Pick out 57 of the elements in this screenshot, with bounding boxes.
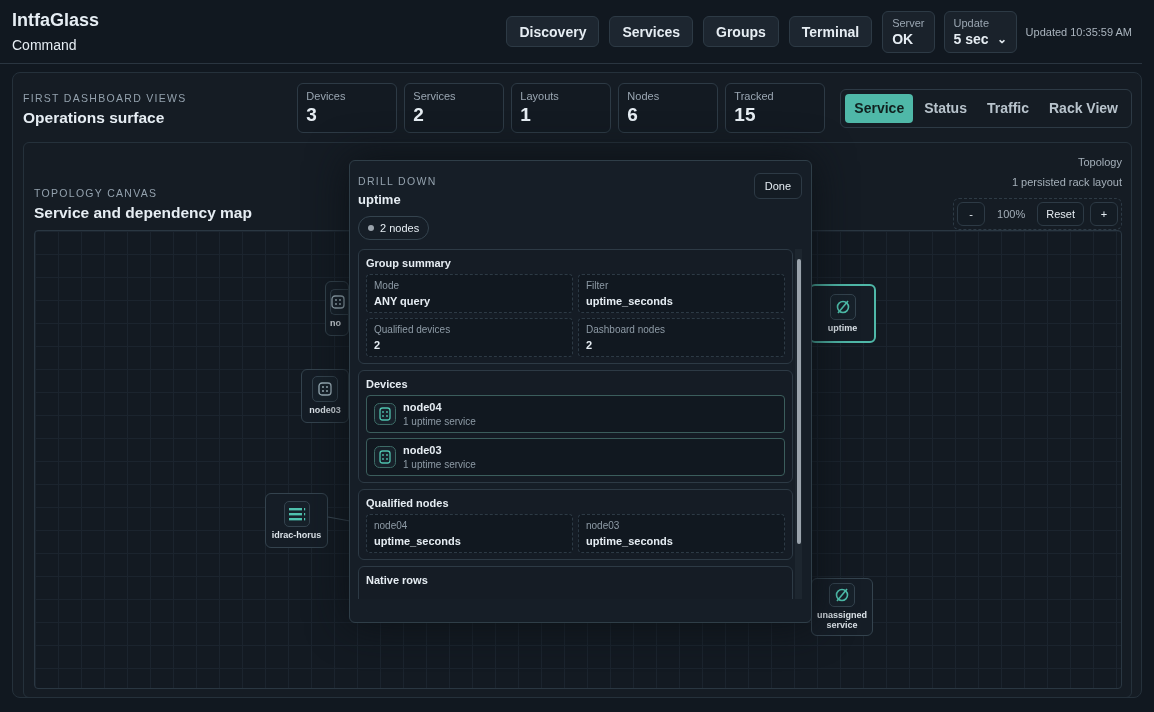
reset-button[interactable]: Reset [1037, 202, 1084, 226]
section-title: Operations surface [23, 108, 166, 127]
view-tab[interactable]: Status [915, 93, 976, 123]
summary-field: Filter uptime_seconds [578, 274, 785, 313]
update-dropdown[interactable]: Update 5 sec ⌄ [943, 10, 1017, 53]
scrollbar[interactable] [795, 249, 802, 599]
stat-card: Tracked 15 [725, 83, 826, 133]
connector-line [327, 516, 351, 522]
view-tab[interactable]: Service [845, 93, 914, 123]
updated-time: Updated 10:35:59 AM [1025, 25, 1132, 38]
view-tab[interactable]: Rack View [1040, 93, 1127, 123]
card-title: Group summary [366, 257, 452, 269]
topology-node[interactable]: uptime [809, 284, 876, 343]
qualified-node: node04 uptime_seconds [366, 514, 573, 553]
list-icon [287, 505, 306, 522]
panel-title: uptime [358, 192, 402, 207]
topology-node[interactable]: unassigned service [811, 578, 873, 636]
server-icon [331, 294, 345, 309]
view-tab[interactable]: Traffic [977, 93, 1038, 123]
topology-node[interactable]: no [325, 281, 349, 336]
zoom-in-button[interactable]: + [1090, 202, 1118, 226]
stat-card: Devices 3 [297, 83, 398, 133]
app-subtitle: Command [12, 37, 78, 53]
qualified-node: node03 uptime_seconds [578, 514, 785, 553]
section-title: Service and dependency map [34, 204, 252, 222]
nav-button[interactable]: Services [609, 16, 694, 47]
server-status: Server OK [882, 10, 935, 53]
section-eyebrow: TOPOLOGY CANVAS [34, 187, 159, 199]
summary-field: Dashboard nodes 2 [578, 318, 785, 357]
section-eyebrow: FIRST DASHBOARD VIEWS [23, 91, 188, 104]
device-icon [374, 403, 396, 425]
layout-count: 1 persisted rack layout [1011, 176, 1122, 188]
device-row[interactable]: node04 1 uptime service [366, 395, 785, 433]
slashed-circle-icon [834, 587, 850, 604]
stat-card: Nodes 6 [618, 83, 719, 133]
card-title: Native rows [366, 574, 429, 586]
device-icon [374, 446, 396, 468]
card-title: Devices [366, 378, 409, 390]
device-row[interactable]: node03 1 uptime service [366, 438, 785, 476]
summary-field: Mode ANY query [366, 274, 573, 313]
mode-label: Topology [1077, 156, 1122, 168]
panel-eyebrow: DRILL DOWN [358, 175, 438, 187]
nav-button[interactable]: Groups [703, 16, 779, 47]
zoom-out-button[interactable]: - [957, 202, 986, 226]
summary-field: Qualified devices 2 [366, 318, 573, 357]
nav-button[interactable]: Terminal [788, 16, 873, 47]
zoom-level: 100% [996, 208, 1027, 220]
topology-node[interactable]: node03 [301, 369, 349, 423]
stat-card: Layouts 1 [511, 83, 612, 133]
slashed-circle-icon [834, 298, 851, 315]
stat-card: Services 2 [404, 83, 505, 133]
server-icon [318, 382, 332, 397]
card-title: Qualified nodes [366, 497, 450, 509]
app-title: IntfaGlass [12, 10, 101, 31]
topology-node[interactable]: idrac-horus [265, 493, 328, 548]
done-button[interactable]: Done [753, 173, 802, 199]
nav-button[interactable]: Discovery [506, 16, 600, 47]
